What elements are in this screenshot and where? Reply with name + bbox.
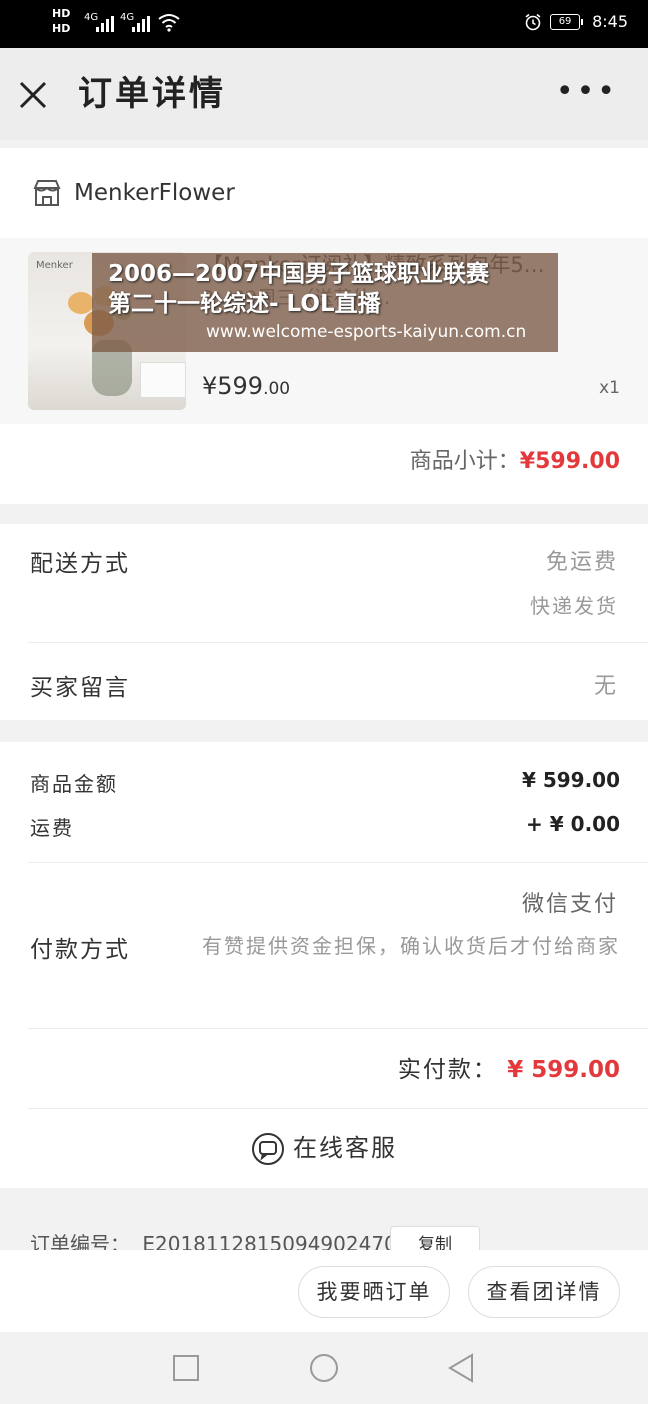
divider (28, 1108, 648, 1109)
close-icon (19, 81, 47, 109)
close-button[interactable] (18, 72, 58, 116)
bottom-action-bar: 我要晒订单 查看团详情 (0, 1250, 648, 1332)
store-icon (33, 180, 61, 206)
paid-amount: 实付款： ¥ 599.00 (398, 1050, 620, 1084)
delivery-method: 快递发货 (530, 594, 618, 618)
ad-watermark-overlay: 2006—2007中国男子篮球职业联赛 第二十一轮综述- LOL直播 www.w… (92, 253, 558, 352)
home-icon[interactable] (308, 1352, 340, 1384)
overlay-line-1: 2006—2007中国男子篮球职业联赛 (108, 261, 490, 287)
goods-amount-label: 商品金额 (30, 772, 118, 796)
payment-card: 商品金额 ¥ 599.00 运费 + ¥ 0.00 付款方式 微信支付 有赞提供… (0, 742, 648, 1188)
system-navigation-bar (0, 1332, 648, 1404)
delivery-fee: 免运费 (545, 550, 618, 575)
recent-apps-icon[interactable] (172, 1354, 200, 1382)
subtotal: 商品小计：¥599.00 (410, 446, 620, 478)
delivery-card: 配送方式 免运费 快递发货 买家留言 无 (0, 524, 648, 720)
subtotal-label: 商品小计： (409, 449, 520, 474)
group-details-button[interactable]: 查看团详情 (468, 1266, 620, 1318)
divider (28, 1028, 648, 1029)
delivery-label: 配送方式 (30, 551, 130, 577)
shop-name[interactable]: MenkerFlower (74, 178, 235, 208)
app-header: 订单详情 ••• (0, 48, 648, 140)
subtotal-value: ¥599.00 (519, 449, 620, 474)
signal-icon (96, 16, 114, 32)
online-service-label[interactable]: 在线客服 (293, 1134, 397, 1162)
product-price: ¥599.00 (202, 372, 291, 400)
back-icon[interactable] (446, 1352, 476, 1384)
chat-icon (252, 1133, 284, 1165)
clock: 8:45 (592, 12, 628, 31)
share-order-button[interactable]: 我要晒订单 (298, 1266, 450, 1318)
thumbnail-brand: Menker (36, 260, 73, 271)
goods-amount-value: ¥ 599.00 (521, 768, 620, 792)
online-service-button[interactable]: 在线客服 (0, 1128, 648, 1166)
paid-value: ¥ 599.00 (507, 1057, 620, 1083)
overlay-line-2: 第二十一轮综述- LOL直播 (108, 291, 381, 317)
buyer-message-label: 买家留言 (30, 675, 130, 701)
product-quantity: x1 (599, 378, 620, 398)
alarm-icon (525, 13, 541, 30)
more-options-button[interactable]: ••• (556, 72, 618, 112)
divider (28, 862, 648, 863)
hd-indicator: HD HD (52, 7, 71, 35)
wifi-icon (158, 14, 180, 32)
shipping-value: + ¥ 0.00 (526, 812, 620, 836)
paid-label: 实付款： (397, 1057, 498, 1083)
shop-row[interactable]: MenkerFlower (0, 148, 648, 238)
page-title: 订单详情 (78, 74, 226, 114)
battery-icon: 69 (550, 13, 584, 30)
signal-icon-2 (132, 16, 150, 32)
divider (28, 642, 648, 643)
buyer-message-value: 无 (593, 674, 618, 699)
payment-method-value: 微信支付 (521, 892, 618, 917)
overlay-url: www.welcome-esports-kaiyun.com.cn (206, 322, 527, 342)
payment-guarantee-note: 有赞提供资金担保，确认收货后才付给商家 (202, 934, 620, 958)
status-bar: HD HD 4G 4G 69 8:45 (0, 0, 648, 48)
payment-method-label: 付款方式 (30, 937, 130, 963)
shipping-label: 运费 (30, 816, 74, 840)
